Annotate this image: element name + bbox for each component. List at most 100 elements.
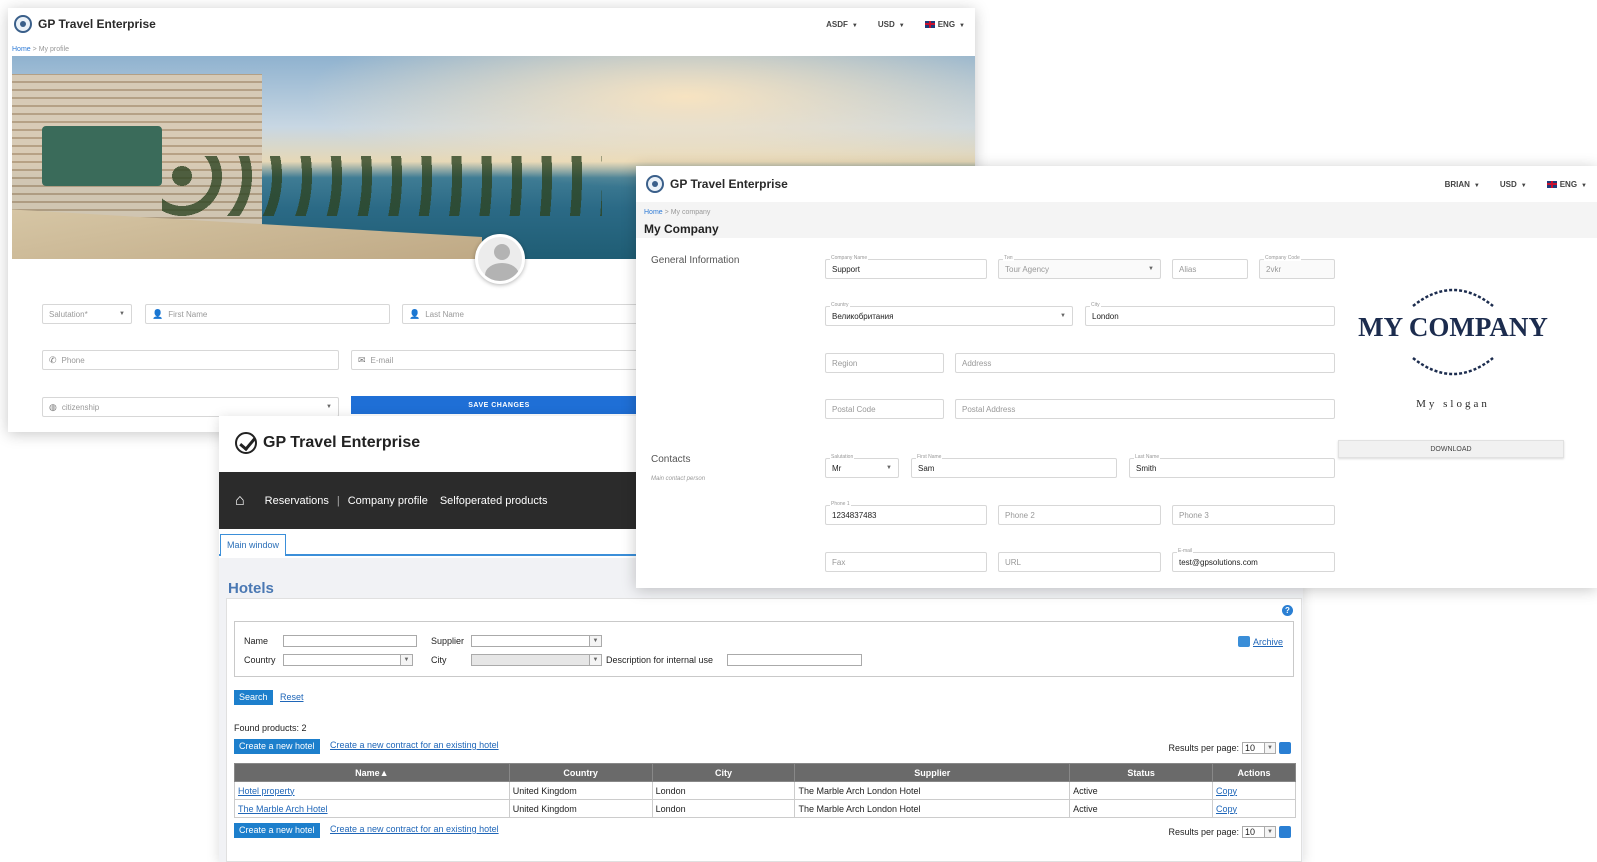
general-info-heading: General Information xyxy=(651,255,740,266)
archive-link[interactable]: Archive xyxy=(1237,636,1283,647)
save-changes-button[interactable]: SAVE CHANGES xyxy=(351,396,647,414)
first-name-field[interactable]: First Name Sam xyxy=(911,454,1117,478)
avatar[interactable] xyxy=(475,234,525,284)
chevron-down-icon: ▼ xyxy=(589,655,601,665)
last-name-field[interactable]: 👤 Last Name xyxy=(402,304,652,324)
caret-down-icon: ▼ xyxy=(886,465,892,471)
caret-down-icon: ▼ xyxy=(959,22,965,29)
hotels-panel: ? Name Supplier ▼ Country ▼ City ▼ Descr… xyxy=(226,598,1302,862)
language-menu[interactable]: ENG ▼ xyxy=(924,20,965,29)
country-label: Country xyxy=(244,655,276,665)
filter-box: Name Supplier ▼ Country ▼ City ▼ Descrip… xyxy=(234,621,1294,677)
column-header-city[interactable]: City xyxy=(651,763,796,782)
city-select[interactable]: ▼ xyxy=(471,654,602,666)
name-label: Name xyxy=(244,636,269,646)
country-select[interactable]: ▼ xyxy=(283,654,413,666)
phone3-field[interactable]: Phone 3 xyxy=(1172,505,1335,525)
app-logo[interactable]: GP Travel Enterprise xyxy=(235,432,420,454)
home-icon[interactable]: ⌂ xyxy=(235,492,245,510)
salutation-select[interactable]: Salutation Mr ▼ xyxy=(825,454,899,478)
email-field[interactable]: ✉ E-mail xyxy=(351,350,651,370)
results-per-page-select[interactable]: 10 ▼ xyxy=(1242,742,1276,754)
region-field[interactable]: Region xyxy=(825,353,944,373)
page-title: My Company xyxy=(644,222,719,236)
alias-field[interactable]: Alias xyxy=(1172,259,1248,279)
postal-code-field[interactable]: Postal Code xyxy=(825,399,944,419)
supplier-select[interactable]: ▼ xyxy=(471,635,602,647)
column-header-status[interactable]: Status xyxy=(1069,763,1214,782)
user-menu[interactable]: ASDF ▼ xyxy=(826,20,858,29)
chevron-down-icon: ▼ xyxy=(589,636,601,646)
results-per-page-bottom: Results per page: 10 ▼ xyxy=(1168,826,1291,838)
email-field[interactable]: E-mail test@gpsolutions.com xyxy=(1172,548,1335,572)
supplier-label: Supplier xyxy=(431,636,465,646)
export-icon[interactable] xyxy=(1279,742,1291,754)
hotel-name-link[interactable]: Hotel property xyxy=(238,786,295,796)
breadcrumb-current: My profile xyxy=(38,46,70,53)
reset-link[interactable]: Reset xyxy=(280,692,304,702)
create-contract-link[interactable]: Create a new contract for an existing ho… xyxy=(330,740,499,750)
language-menu[interactable]: ENG ▼ xyxy=(1546,180,1587,189)
app-logo[interactable]: GP Travel Enterprise xyxy=(646,175,788,193)
help-icon[interactable]: ? xyxy=(1282,605,1293,616)
company-slogan: My slogan xyxy=(1416,398,1490,410)
search-button[interactable]: Search xyxy=(234,690,273,705)
page-title: Hotels xyxy=(228,580,274,597)
user-menu[interactable]: BRIAN ▼ xyxy=(1445,180,1480,189)
chevron-down-icon: ▼ xyxy=(1264,743,1275,753)
company-code-field[interactable]: Company Code 2vkr xyxy=(1259,255,1335,279)
nav-selfoperated-products[interactable]: Selfoperated products xyxy=(440,495,548,507)
create-hotel-button[interactable]: Create a new hotel xyxy=(234,739,320,754)
tab-main-window[interactable]: Main window xyxy=(220,534,287,556)
logo-icon xyxy=(14,15,32,33)
caret-down-icon: ▼ xyxy=(898,22,905,29)
app-name: GP Travel Enterprise xyxy=(38,17,156,31)
create-contract-link-bottom[interactable]: Create a new contract for an existing ho… xyxy=(330,824,499,834)
column-header-name[interactable]: Name▲ xyxy=(234,763,510,782)
breadcrumb-current: My company xyxy=(670,209,711,216)
city-label: City xyxy=(431,655,447,665)
description-input[interactable] xyxy=(727,654,862,666)
currency-menu[interactable]: USD ▼ xyxy=(1500,180,1527,189)
results-per-page-select[interactable]: 10 ▼ xyxy=(1242,826,1276,838)
phone2-field[interactable]: Phone 2 xyxy=(998,505,1161,525)
phone1-field[interactable]: Phone 1 1234837483 xyxy=(825,501,987,525)
fax-field[interactable]: Fax xyxy=(825,552,987,572)
nav-company-profile[interactable]: Company profile xyxy=(348,495,428,507)
caret-down-icon: ▼ xyxy=(851,22,858,29)
caret-down-icon: ▼ xyxy=(119,311,125,317)
currency-menu[interactable]: USD ▼ xyxy=(878,20,905,29)
nav-reservations[interactable]: Reservations xyxy=(265,495,329,507)
found-count: Found products: 2 xyxy=(234,723,307,733)
hotel-name-link[interactable]: The Marble Arch Hotel xyxy=(238,804,328,814)
person-icon: 👤 xyxy=(152,308,164,319)
table-row: The Marble Arch Hotel United Kingdom Lon… xyxy=(234,799,1296,818)
last-name-field[interactable]: Last Name Smith xyxy=(1129,454,1335,478)
type-select[interactable]: Tип Tour Agency ▼ xyxy=(998,255,1161,279)
export-icon[interactable] xyxy=(1279,826,1291,838)
contacts-subheading: Main contact person xyxy=(651,476,706,482)
download-button[interactable]: DOWNLOAD xyxy=(1338,440,1564,458)
city-field[interactable]: City London xyxy=(1085,302,1335,326)
first-name-field[interactable]: 👤 First Name xyxy=(145,304,390,324)
app-logo[interactable]: GP Travel Enterprise xyxy=(14,15,156,33)
address-field[interactable]: Address xyxy=(955,353,1335,373)
phone-field[interactable]: ✆ Phone xyxy=(42,350,339,370)
hotels-table: Name▲ Country City Supplier Status Actio… xyxy=(234,763,1296,818)
create-hotel-button-bottom[interactable]: Create a new hotel xyxy=(234,823,320,838)
profile-header: GP Travel Enterprise ASDF ▼ USD ▼ ENG ▼ xyxy=(8,8,975,40)
copy-link[interactable]: Copy xyxy=(1216,804,1237,814)
url-field[interactable]: URL xyxy=(998,552,1161,572)
breadcrumb-home[interactable]: Home xyxy=(12,46,31,53)
column-header-supplier[interactable]: Supplier xyxy=(794,763,1071,782)
salutation-select[interactable]: Salutation* ▼ xyxy=(42,304,132,324)
citizenship-select[interactable]: ◍ citizenship ▼ xyxy=(42,397,339,417)
company-name-field[interactable]: Company Name Support xyxy=(825,255,987,279)
breadcrumb-home[interactable]: Home xyxy=(644,209,663,216)
breadcrumb: Home > My company xyxy=(644,209,711,216)
column-header-country[interactable]: Country xyxy=(508,763,653,782)
country-select[interactable]: Country Великобритания ▼ xyxy=(825,302,1073,326)
copy-link[interactable]: Copy xyxy=(1216,786,1237,796)
postal-address-field[interactable]: Postal Address xyxy=(955,399,1335,419)
name-input[interactable] xyxy=(283,635,417,647)
